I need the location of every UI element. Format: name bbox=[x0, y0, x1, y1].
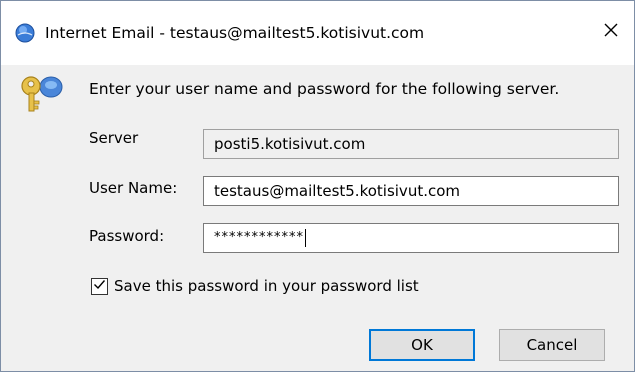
close-button[interactable] bbox=[588, 9, 634, 55]
server-field: posti5.kotisivut.com bbox=[203, 129, 619, 159]
text-caret bbox=[305, 228, 306, 247]
prompt-text: Enter your user name and password for th… bbox=[89, 80, 560, 98]
password-input[interactable]: ************ bbox=[203, 223, 619, 253]
ok-button[interactable]: OK bbox=[369, 329, 475, 361]
password-label: Password: bbox=[89, 227, 165, 245]
username-input[interactable]: testaus@mailtest5.kotisivut.com bbox=[203, 176, 619, 206]
server-label: Server bbox=[89, 129, 139, 147]
keys-icon bbox=[17, 73, 67, 113]
close-icon bbox=[603, 22, 619, 42]
username-value: testaus@mailtest5.kotisivut.com bbox=[214, 182, 461, 200]
save-password-checkbox[interactable] bbox=[91, 277, 108, 295]
internet-email-dialog: Internet Email - testaus@mailtest5.kotis… bbox=[0, 0, 635, 372]
outlook-globe-icon bbox=[15, 23, 35, 43]
cancel-button[interactable]: Cancel bbox=[499, 329, 605, 361]
save-password-option[interactable]: Save this password in your password list bbox=[91, 277, 419, 295]
server-value: posti5.kotisivut.com bbox=[214, 135, 366, 153]
title-bar: Internet Email - testaus@mailtest5.kotis… bbox=[1, 1, 634, 65]
dialog-body: Enter your user name and password for th… bbox=[1, 65, 634, 371]
username-label: User Name: bbox=[89, 179, 178, 197]
checkmark-icon bbox=[93, 277, 106, 295]
password-value: ************ bbox=[214, 230, 304, 245]
window-title: Internet Email - testaus@mailtest5.kotis… bbox=[45, 24, 425, 42]
save-password-label: Save this password in your password list bbox=[114, 277, 419, 295]
